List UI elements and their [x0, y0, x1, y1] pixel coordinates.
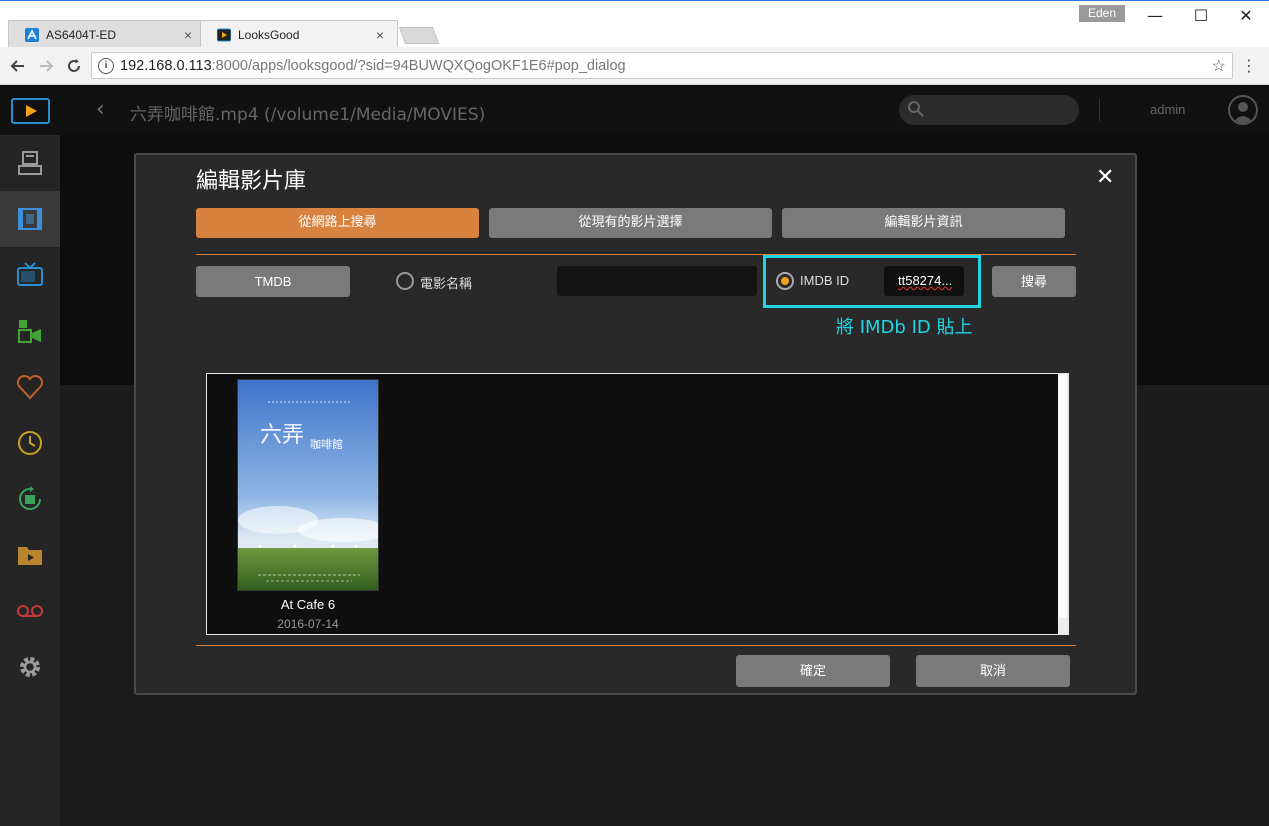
back-chevron-icon[interactable]: ‹	[96, 97, 105, 122]
provider-select[interactable]: TMDB	[196, 266, 350, 297]
bookmark-star-icon[interactable]: ☆	[1212, 56, 1226, 76]
scrollbar-thumb[interactable]	[1059, 374, 1067, 618]
search-icon	[908, 101, 924, 117]
sidebar	[0, 135, 60, 826]
results-scrollbar[interactable]	[1058, 374, 1068, 634]
camera-icon	[18, 320, 41, 343]
close-window-button[interactable]: ✕	[1231, 5, 1261, 27]
tab-label: LooksGood	[238, 27, 300, 42]
reload-icon[interactable]	[64, 56, 84, 76]
sidebar-item-folders[interactable]	[0, 527, 60, 583]
browser-titlebar: AS6404T-ED × LooksGood × Eden — ☐ ✕	[0, 0, 1269, 48]
movies-icon	[18, 208, 42, 230]
replay-icon	[19, 486, 41, 510]
tab-looksgood[interactable]: LooksGood ×	[200, 20, 398, 48]
tab-choose-existing[interactable]: 從現有的影片選擇	[489, 208, 772, 238]
gear-icon	[20, 657, 40, 677]
divider	[196, 645, 1076, 646]
tab-label: AS6404T-ED	[46, 27, 117, 42]
browser-toolbar: i 192.168.0.113:8000/apps/looksgood/?sid…	[0, 47, 1269, 85]
page-title: 六弄咖啡館.mp4 (/volume1/Media/MOVIES)	[130, 105, 486, 125]
clock-icon	[18, 431, 42, 455]
tab-close-icon[interactable]: ×	[181, 27, 195, 43]
sidebar-item-library[interactable]	[0, 135, 60, 191]
results-panel: 六弄 咖啡館 At Cafe 6 2016-07-14	[206, 373, 1069, 635]
annotation-text: 將 IMDb ID 貼上	[836, 317, 973, 338]
avatar[interactable]	[1228, 95, 1258, 125]
confirm-button[interactable]: 確定	[736, 655, 890, 687]
sidebar-item-settings[interactable]	[0, 639, 60, 695]
movie-name-input[interactable]	[557, 266, 757, 296]
app-header: ‹ 六弄咖啡館.mp4 (/volume1/Media/MOVIES) admi…	[0, 85, 1269, 135]
cancel-button[interactable]: 取消	[916, 655, 1070, 687]
heart-icon	[16, 374, 44, 400]
folder-icon	[18, 547, 42, 565]
movie-date: 2016-07-14	[277, 617, 339, 631]
sidebar-item-recordings[interactable]	[0, 583, 60, 639]
tab-as6404t[interactable]: AS6404T-ED ×	[8, 20, 206, 48]
radio-movie-name[interactable]	[396, 272, 414, 290]
new-tab-button[interactable]	[398, 27, 440, 44]
close-icon[interactable]: ✕	[1096, 165, 1114, 190]
svg-text:六弄: 六弄	[260, 423, 304, 448]
library-icon	[18, 151, 42, 175]
back-arrow-icon[interactable]	[8, 56, 28, 76]
sidebar-item-recent[interactable]	[0, 415, 60, 471]
annotation-highlight-box	[763, 255, 981, 308]
sidebar-item-favorites[interactable]	[0, 359, 60, 415]
maximize-button[interactable]: ☐	[1186, 5, 1216, 27]
tv-icon	[17, 262, 43, 286]
forward-arrow-icon[interactable]	[36, 56, 56, 76]
tab-close-icon[interactable]: ×	[373, 27, 387, 43]
nas-favicon-icon	[25, 27, 39, 42]
movie-title: At Cafe 6	[280, 597, 336, 612]
site-info-icon[interactable]: i	[98, 57, 114, 74]
sidebar-item-tv[interactable]	[0, 247, 60, 303]
movie-poster[interactable]: 六弄 咖啡館	[237, 379, 379, 591]
edit-library-dialog: 編輯影片庫 ✕ 從網路上搜尋 從現有的影片選擇 編輯影片資訊 TMDB 電影名稱…	[134, 153, 1137, 695]
url-host: 192.168.0.113	[120, 57, 212, 74]
minimize-button[interactable]: —	[1140, 5, 1170, 27]
address-bar[interactable]: i 192.168.0.113:8000/apps/looksgood/?sid…	[91, 52, 1233, 79]
dialog-title: 編輯影片庫	[196, 169, 307, 194]
looksgood-logo-icon[interactable]	[11, 98, 50, 124]
user-name[interactable]: admin	[1150, 102, 1185, 117]
search-button[interactable]: 搜尋	[992, 266, 1076, 297]
svg-text:咖啡館: 咖啡館	[310, 437, 343, 451]
tab-edit-info[interactable]: 編輯影片資訊	[782, 208, 1065, 238]
browser-menu-icon[interactable]: ⋮	[1241, 56, 1257, 75]
header-divider	[1099, 99, 1100, 121]
sidebar-item-continue[interactable]	[0, 471, 60, 527]
url-path: :8000/apps/looksgood/?sid=94BUWQXQogOKF1…	[211, 57, 626, 74]
looksgood-favicon-icon	[217, 28, 231, 42]
record-icon	[17, 605, 43, 617]
profile-badge[interactable]: Eden	[1079, 5, 1125, 22]
search-input[interactable]	[899, 95, 1079, 125]
tab-search-online[interactable]: 從網路上搜尋	[196, 208, 479, 238]
sidebar-item-videos[interactable]	[0, 303, 60, 359]
sidebar-item-movies[interactable]	[0, 191, 60, 247]
radio-movie-name-label: 電影名稱	[420, 276, 473, 291]
